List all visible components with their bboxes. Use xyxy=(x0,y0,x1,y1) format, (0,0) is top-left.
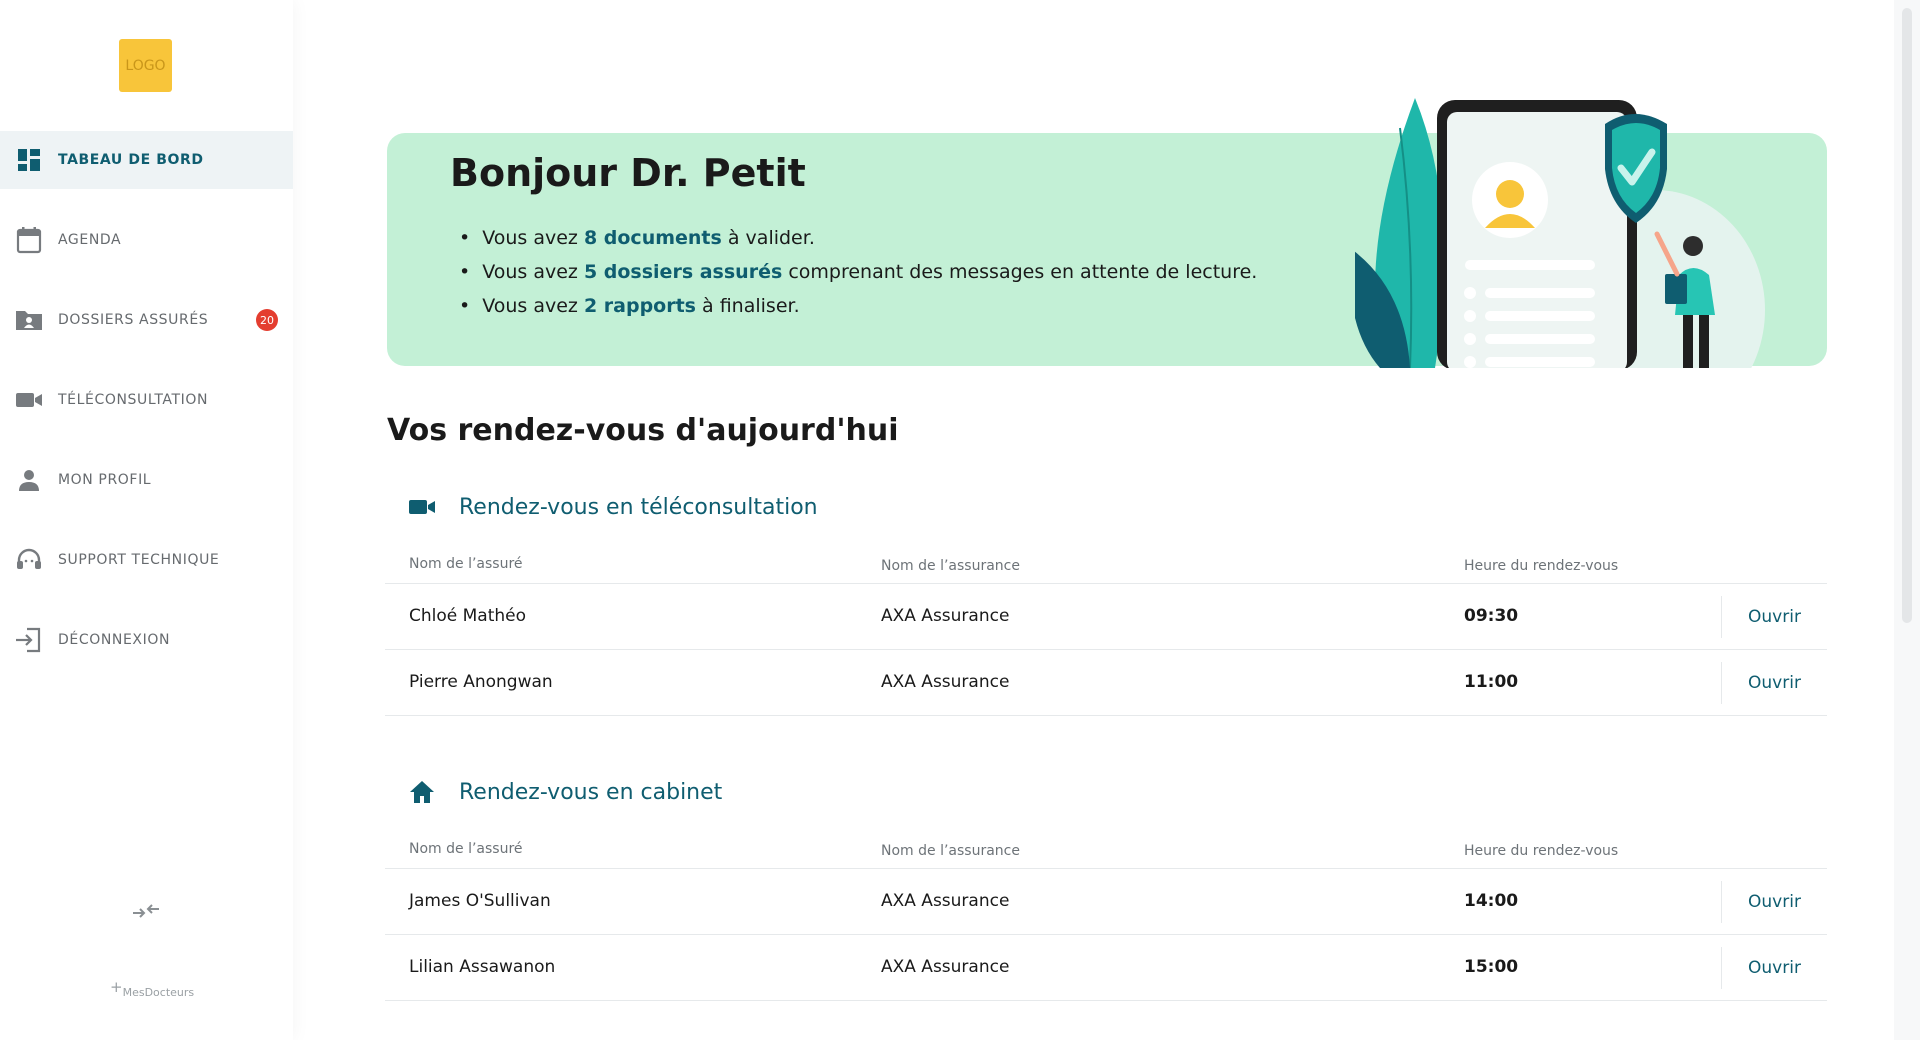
person-icon xyxy=(15,466,43,494)
column-header-time: Heure du rendez-vous xyxy=(1464,558,1619,574)
column-header-insurance: Nom de l’assurance xyxy=(881,843,1020,859)
brand-logo: +MesDocteurs xyxy=(110,978,195,999)
sidebar-item-label: SUPPORT TECHNIQUE xyxy=(58,552,220,568)
sidebar-item-teleconsultation[interactable]: TÉLÉCONSULTATION xyxy=(0,371,293,429)
rapports-link[interactable]: 2 rapports xyxy=(584,295,696,317)
sidebar-item-label: AGENDA xyxy=(58,232,122,248)
table-row: Lilian Assawanon AXA Assurance 15:00 Ouv… xyxy=(385,935,1827,1001)
folder-user-icon xyxy=(15,306,43,334)
collapse-sidebar-button[interactable] xyxy=(130,898,162,924)
sidebar-item-deconnexion[interactable]: DÉCONNEXION xyxy=(0,611,293,669)
table-header: Nom de l’assuré Nom de l’assurance Heure… xyxy=(385,833,1827,869)
open-button[interactable]: Ouvrir xyxy=(1721,881,1827,923)
scrollbar-thumb[interactable] xyxy=(1902,8,1912,623)
video-camera-icon xyxy=(407,492,437,522)
insurance-name: AXA Assurance xyxy=(881,606,1010,626)
column-header-time: Heure du rendez-vous xyxy=(1464,843,1619,859)
sidebar-item-label: TÉLÉCONSULTATION xyxy=(58,392,209,408)
cabinet-table: Nom de l’assuré Nom de l’assurance Heure… xyxy=(385,833,1827,1001)
summary-item-dossiers: Vous avez 5 dossiers assurés comprenant … xyxy=(459,255,1257,289)
dossiers-link[interactable]: 5 dossiers assurés xyxy=(584,261,782,283)
table-row: James O'Sullivan AXA Assurance 14:00 Ouv… xyxy=(385,869,1827,935)
welcome-title: Bonjour Dr. Petit xyxy=(450,151,806,195)
dashboard-icon xyxy=(15,146,43,174)
security-illustration xyxy=(1355,98,1765,368)
patient-name: Lilian Assawanon xyxy=(409,957,556,977)
collapse-arrows-icon xyxy=(133,904,159,918)
summary-list: Vous avez 8 documents à valider. Vous av… xyxy=(459,221,1257,323)
insurance-name: AXA Assurance xyxy=(881,957,1010,977)
appointment-time: 14:00 xyxy=(1464,891,1519,911)
appointment-time: 15:00 xyxy=(1464,957,1519,977)
column-header-name: Nom de l’assuré xyxy=(409,556,523,572)
insurance-name: AXA Assurance xyxy=(881,672,1010,692)
section-title: Vos rendez-vous d'aujourd'hui xyxy=(387,413,899,448)
notification-badge: 20 xyxy=(256,309,278,331)
sidebar: LOGO TABEAU DE BORD AGENDA DOSSIERS ASSU… xyxy=(0,0,293,1040)
open-button[interactable]: Ouvrir xyxy=(1721,947,1827,989)
video-camera-icon xyxy=(15,386,43,414)
table-row: Chloé Mathéo AXA Assurance 09:30 Ouvrir xyxy=(385,584,1827,650)
appointment-time: 11:00 xyxy=(1464,672,1519,692)
teleconsult-heading: Rendez-vous en téléconsultation xyxy=(407,490,818,524)
teleconsult-table: Nom de l’assuré Nom de l’assurance Heure… xyxy=(385,548,1827,716)
column-header-name: Nom de l’assuré xyxy=(409,841,523,857)
summary-item-rapports: Vous avez 2 rapports à finaliser. xyxy=(459,289,1257,323)
logout-icon xyxy=(15,626,43,654)
table-header: Nom de l’assuré Nom de l’assurance Heure… xyxy=(385,548,1827,584)
home-icon xyxy=(407,777,437,807)
teleconsult-title: Rendez-vous en téléconsultation xyxy=(459,494,818,520)
documents-link[interactable]: 8 documents xyxy=(584,227,722,249)
sidebar-item-agenda[interactable]: AGENDA xyxy=(0,211,293,269)
open-button[interactable]: Ouvrir xyxy=(1721,662,1827,704)
table-row: Pierre Anongwan AXA Assurance 11:00 Ouvr… xyxy=(385,650,1827,716)
sidebar-item-profil[interactable]: MON PROFIL xyxy=(0,451,293,509)
sidebar-item-label: DÉCONNEXION xyxy=(58,632,171,648)
scrollbar[interactable] xyxy=(1894,0,1920,1040)
summary-item-documents: Vous avez 8 documents à valider. xyxy=(459,221,1257,255)
column-header-insurance: Nom de l’assurance xyxy=(881,558,1020,574)
patient-name: Chloé Mathéo xyxy=(409,606,527,626)
main-content: Bonjour Dr. Petit Vous avez 8 documents … xyxy=(293,0,1920,1040)
sidebar-item-support[interactable]: SUPPORT TECHNIQUE xyxy=(0,531,293,589)
appointment-time: 09:30 xyxy=(1464,606,1519,626)
open-button[interactable]: Ouvrir xyxy=(1721,596,1827,638)
sidebar-item-dossiers[interactable]: DOSSIERS ASSURÉS 20 xyxy=(0,291,293,349)
logo: LOGO xyxy=(119,39,172,92)
calendar-icon xyxy=(15,226,43,254)
cabinet-title: Rendez-vous en cabinet xyxy=(459,779,723,805)
headset-icon xyxy=(15,546,43,574)
sidebar-item-label: MON PROFIL xyxy=(58,472,152,488)
sidebar-item-label: TABEAU DE BORD xyxy=(58,152,204,168)
cabinet-heading: Rendez-vous en cabinet xyxy=(407,775,722,809)
patient-name: Pierre Anongwan xyxy=(409,672,553,692)
patient-name: James O'Sullivan xyxy=(409,891,551,911)
sidebar-item-dashboard[interactable]: TABEAU DE BORD xyxy=(0,131,293,189)
sidebar-item-label: DOSSIERS ASSURÉS xyxy=(58,312,209,328)
insurance-name: AXA Assurance xyxy=(881,891,1010,911)
